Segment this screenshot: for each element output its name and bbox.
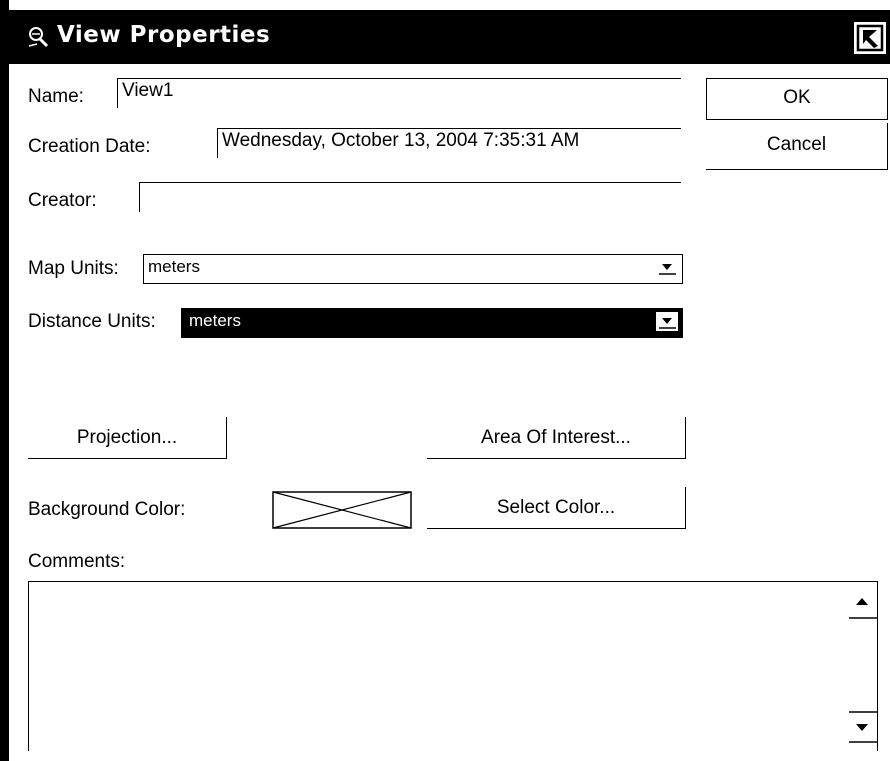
background-color-swatch: [272, 491, 412, 529]
comments-textarea[interactable]: [28, 581, 878, 751]
distance-units-dropdown[interactable]: meters: [181, 308, 683, 338]
creator-field[interactable]: [139, 182, 681, 212]
map-units-dropdown[interactable]: meters: [143, 254, 683, 284]
magnifier-icon: [28, 27, 49, 48]
select-color-button[interactable]: Select Color...: [427, 487, 686, 529]
background-color-label: Background Color:: [28, 499, 186, 520]
creation-date-label: Creation Date:: [28, 136, 151, 157]
scroll-up-icon[interactable]: [847, 586, 877, 620]
name-label: Name:: [28, 86, 84, 107]
title-bar[interactable]: View Properties: [9, 10, 890, 64]
map-units-value: meters: [148, 257, 200, 276]
window-title: View Properties: [57, 22, 271, 48]
window-left-border: [0, 0, 9, 761]
area-of-interest-button[interactable]: Area Of Interest...: [427, 417, 686, 459]
chevron-down-icon[interactable]: [656, 258, 678, 277]
comments-label: Comments:: [28, 551, 126, 572]
close-icon: [856, 24, 884, 52]
creation-date-field[interactable]: Wednesday, October 13, 2004 7:35:31 AM: [217, 128, 681, 158]
name-field[interactable]: View1: [117, 78, 681, 108]
distance-units-label: Distance Units:: [28, 311, 156, 332]
projection-button[interactable]: Projection...: [28, 417, 227, 459]
ok-button[interactable]: OK: [706, 78, 888, 120]
creator-label: Creator:: [28, 190, 97, 211]
chevron-down-icon[interactable]: [656, 312, 678, 331]
cancel-button[interactable]: Cancel: [706, 123, 888, 170]
scroll-down-icon[interactable]: [847, 710, 877, 744]
close-button[interactable]: [854, 22, 886, 54]
distance-units-value: meters: [186, 311, 244, 330]
map-units-label: Map Units:: [28, 258, 119, 279]
